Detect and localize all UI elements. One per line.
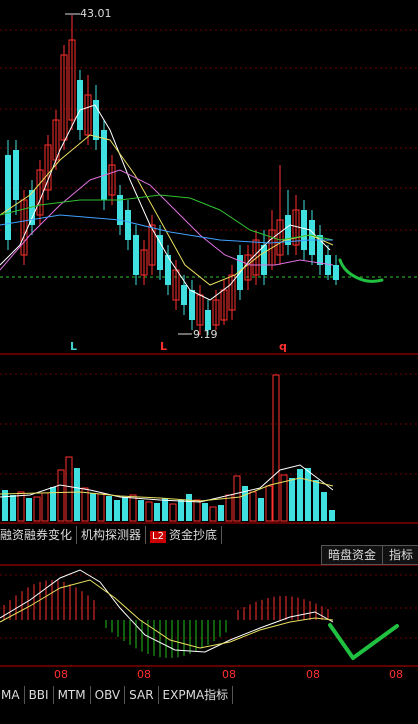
tab-sar[interactable]: SAR: [125, 686, 159, 704]
volume-bar-down: [218, 505, 224, 521]
volume-bar-down: [329, 510, 335, 521]
volume-bar-down: [162, 498, 168, 521]
volume-bar-up: [265, 485, 273, 522]
tab-capital-bottom[interactable]: L2 资金抄底: [146, 526, 222, 544]
indicator-selector-bar: MA BBI MTM OBV SAR EXPMA指标: [0, 686, 418, 704]
tab-bbi[interactable]: BBI: [25, 686, 54, 704]
volume-bar-down: [186, 494, 192, 521]
volume-bar-up: [41, 492, 49, 522]
tab-indicators[interactable]: 指标: [382, 545, 418, 565]
volume-bar-up: [145, 501, 153, 522]
candlestick-down: [157, 235, 163, 270]
tab-capital-bottom-label: 资金抄底: [168, 528, 217, 542]
volume-bar-up: [209, 506, 217, 522]
volume-bar-down: [154, 503, 160, 521]
candlestick-down: [189, 290, 195, 320]
volume-bar-down: [297, 469, 303, 521]
volume-bar-up: [129, 494, 137, 522]
volume-ma5-line: [0, 464, 334, 503]
volume-bar-down: [50, 487, 56, 521]
l2-badge: L2: [150, 531, 166, 543]
candlestick-down: [181, 285, 187, 305]
stock-chart-canvas[interactable]: [0, 0, 418, 724]
volume-bar-up: [57, 469, 65, 522]
volume-bar-up: [65, 456, 73, 522]
tab-dark-pool-funds[interactable]: 暗盘资金: [321, 545, 384, 565]
candlestick-down: [101, 130, 107, 200]
candlestick-down: [125, 210, 131, 240]
volume-bar-up: [249, 491, 257, 522]
candlestick-down: [333, 265, 339, 280]
volume-bar-up: [272, 374, 280, 522]
volume-bar-down: [106, 496, 112, 521]
macd-dea-line: [0, 579, 334, 649]
volume-bar-up: [233, 475, 241, 522]
volume-bar-down: [2, 490, 8, 521]
volume-bar-up: [33, 496, 41, 522]
volume-bar-up: [17, 491, 25, 522]
candlestick-down: [5, 155, 11, 240]
candlestick-down: [301, 210, 307, 250]
candlestick-down: [133, 235, 139, 275]
tab-obv[interactable]: OBV: [91, 686, 126, 704]
volume-bar-down: [313, 480, 319, 521]
candlestick-down: [77, 80, 83, 130]
volume-bar-down: [122, 497, 128, 521]
volume-bar-down: [10, 495, 16, 521]
indicator-tab-bar: 融资融券变化 机构探测器 L2 资金抄底: [0, 526, 300, 544]
hand-drawn-check-annotation: [328, 623, 399, 660]
tab-ma[interactable]: MA: [0, 686, 25, 704]
hand-drawn-annotation: [338, 258, 384, 283]
tab-institution-detector[interactable]: 机构探测器: [77, 526, 147, 544]
candlestick-down: [285, 215, 291, 245]
volume-bar-down: [202, 503, 208, 521]
tab-margin-change[interactable]: 融资融券变化: [0, 526, 78, 544]
volume-bar-up: [169, 503, 177, 522]
volume-bar-down: [90, 493, 96, 521]
volume-bar-up: [193, 499, 201, 522]
candlestick-down: [13, 150, 19, 200]
volume-bar-up: [225, 494, 233, 522]
volume-bar-down: [138, 500, 144, 521]
volume-bar-down: [321, 492, 327, 521]
tab-expma[interactable]: EXPMA指标: [159, 686, 234, 704]
volume-bar-down: [114, 500, 120, 521]
candlestick-down: [205, 310, 211, 330]
volume-bar-down: [305, 468, 311, 521]
tab-mtm[interactable]: MTM: [54, 686, 91, 704]
volume-bar-up: [97, 493, 105, 522]
volume-bar-down: [178, 500, 184, 521]
candlestick-down: [261, 245, 267, 275]
volume-ma10-line: [0, 477, 334, 502]
volume-bar-down: [74, 468, 80, 521]
volume-bar-down: [26, 498, 32, 521]
volume-bar-down: [258, 498, 264, 521]
volume-bar-down: [289, 478, 295, 521]
candlestick-down: [309, 220, 315, 255]
